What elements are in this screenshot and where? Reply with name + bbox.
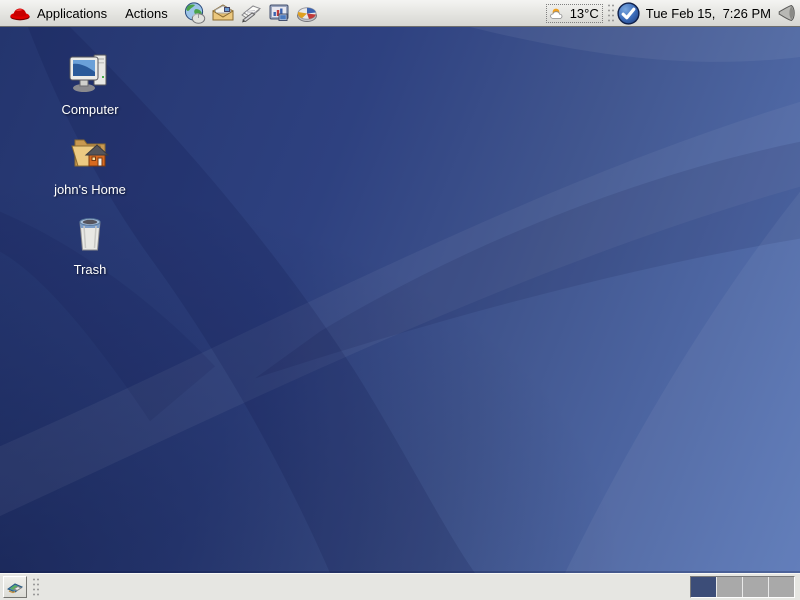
spreadsheet-chart-icon[interactable]	[295, 1, 319, 25]
desktop-icon-computer[interactable]: Computer	[36, 52, 144, 117]
desktop-icon-label: Trash	[36, 262, 144, 277]
bottom-panel	[0, 573, 800, 600]
workspace-4[interactable]	[768, 577, 794, 597]
applications-menu[interactable]: Applications	[0, 1, 116, 25]
panel-launchers	[183, 1, 319, 25]
workspace-switcher	[690, 576, 795, 598]
actions-menu[interactable]: Actions	[116, 1, 177, 25]
workspace-1[interactable]	[691, 577, 716, 597]
word-processor-icon[interactable]	[239, 1, 263, 25]
desktop-icon-label: john's Home	[36, 182, 144, 197]
desktop-screen: Applications Actions	[0, 0, 800, 600]
home-folder-icon	[36, 132, 144, 181]
show-desktop-icon	[6, 579, 24, 595]
desktop-icon-trash[interactable]: Trash	[36, 212, 144, 277]
weather-temperature: 13°C	[570, 6, 599, 21]
computer-icon	[36, 52, 144, 101]
presentation-icon[interactable]	[267, 1, 291, 25]
clock-applet[interactable]: Tue Feb 15, 7:26 PM	[640, 6, 778, 21]
workspace-3[interactable]	[742, 577, 768, 597]
panel-drag-handle[interactable]	[31, 576, 39, 598]
update-check-icon[interactable]	[617, 2, 640, 25]
show-desktop-button[interactable]	[3, 576, 27, 598]
partly-cloudy-icon	[549, 6, 568, 21]
actions-menu-label: Actions	[125, 6, 168, 21]
redhat-logo-icon	[9, 5, 31, 21]
panel-right-cluster: 13°C Tue Feb 15, 7:26 PM	[546, 2, 800, 25]
web-browser-icon[interactable]	[183, 1, 207, 25]
workspace-2[interactable]	[716, 577, 742, 597]
email-icon[interactable]	[211, 1, 235, 25]
applications-menu-label: Applications	[37, 6, 107, 21]
desktop-workspace[interactable]: Computer john's Home	[0, 27, 800, 573]
volume-icon[interactable]	[778, 4, 795, 22]
trash-can-icon	[36, 212, 144, 261]
desktop-icon-home[interactable]: john's Home	[36, 132, 144, 197]
applet-drag-handle[interactable]	[606, 2, 614, 24]
top-panel: Applications Actions	[0, 0, 800, 27]
weather-applet[interactable]: 13°C	[546, 4, 603, 23]
desktop-icon-label: Computer	[36, 102, 144, 117]
